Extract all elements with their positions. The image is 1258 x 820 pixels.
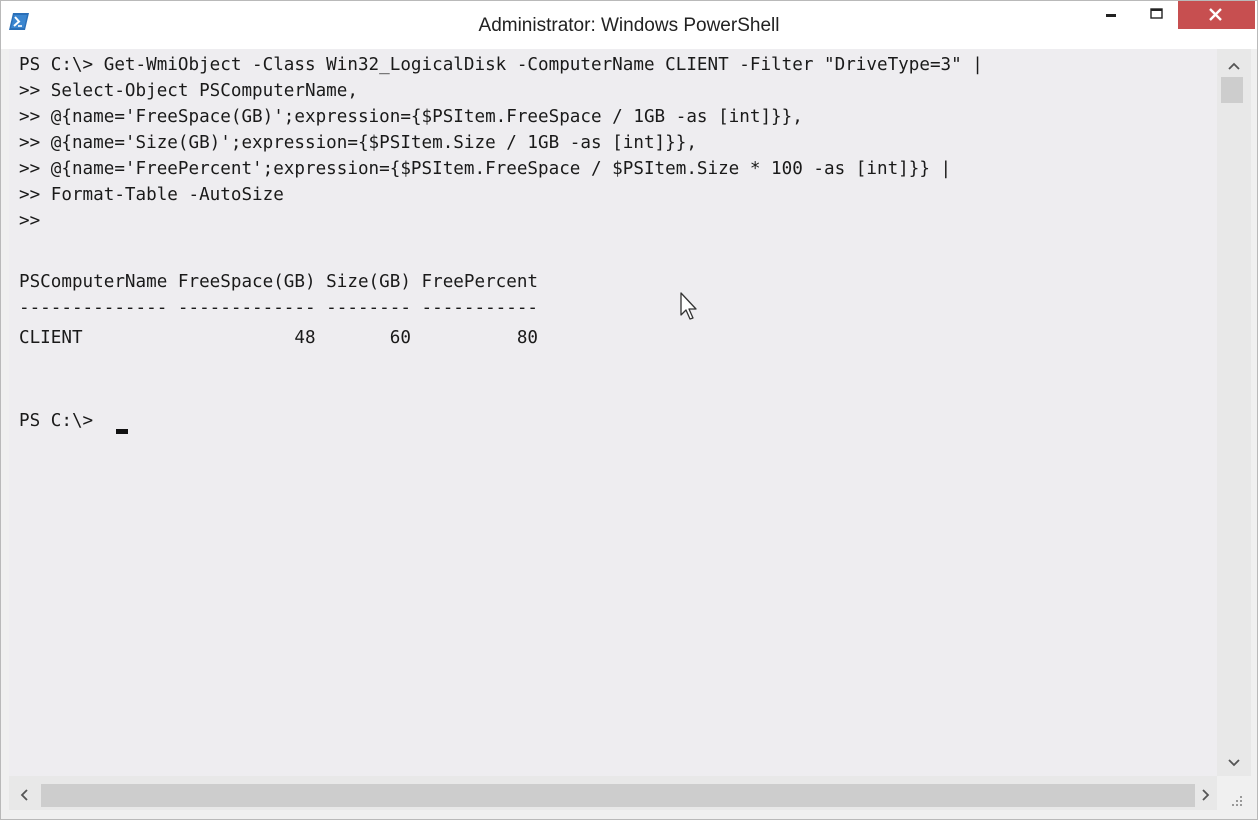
window-title: Administrator: Windows PowerShell bbox=[478, 15, 780, 36]
chevron-left-icon[interactable] bbox=[15, 786, 33, 804]
minimize-button[interactable] bbox=[1087, 1, 1135, 29]
vertical-scroll-thumb[interactable] bbox=[1221, 77, 1243, 103]
console-line: PS C:\> Get-WmiObject -Class Win32_Logic… bbox=[19, 55, 983, 75]
console-line: >> bbox=[19, 211, 41, 231]
close-button[interactable] bbox=[1178, 1, 1255, 29]
chevron-right-icon[interactable] bbox=[1197, 786, 1215, 804]
console-line: >> @{name='FreePercent';expression={$PSI… bbox=[19, 159, 952, 179]
text-cursor bbox=[116, 429, 128, 434]
powershell-window: Administrator: Windows PowerShell PS C:\… bbox=[0, 0, 1258, 820]
console-line: >> @{name='FreeSpace(GB)';expression={$P… bbox=[19, 107, 803, 127]
command-prompt[interactable]: PS C:\> bbox=[19, 408, 104, 434]
maximize-button[interactable] bbox=[1137, 1, 1177, 29]
console-line: >> @{name='Size(GB)';expression={$PSItem… bbox=[19, 133, 697, 153]
minimize-icon bbox=[1106, 14, 1116, 17]
table-row: CLIENT 48 60 80 bbox=[19, 328, 539, 348]
maximize-icon bbox=[1150, 8, 1163, 19]
vertical-scrollbar[interactable] bbox=[1217, 49, 1251, 776]
table-header-row: PSComputerName FreeSpace(GB) Size(GB) Fr… bbox=[19, 272, 539, 292]
resize-grip-icon[interactable] bbox=[1225, 789, 1245, 809]
console-line: >> Select-Object PSComputerName, bbox=[19, 81, 358, 101]
close-icon bbox=[1209, 8, 1222, 21]
mouse-pointer-icon bbox=[680, 292, 697, 320]
chevron-down-icon[interactable] bbox=[1225, 754, 1243, 772]
horizontal-scroll-thumb[interactable] bbox=[41, 784, 1195, 807]
title-bar[interactable]: Administrator: Windows PowerShell bbox=[1, 1, 1257, 49]
console-output[interactable]: PS C:\> Get-WmiObject -Class Win32_Logic… bbox=[9, 49, 1217, 776]
table-separator: -------------- ------------- -------- --… bbox=[19, 298, 539, 318]
console-line: >> Format-Table -AutoSize bbox=[19, 185, 284, 205]
chevron-up-icon[interactable] bbox=[1225, 57, 1243, 75]
